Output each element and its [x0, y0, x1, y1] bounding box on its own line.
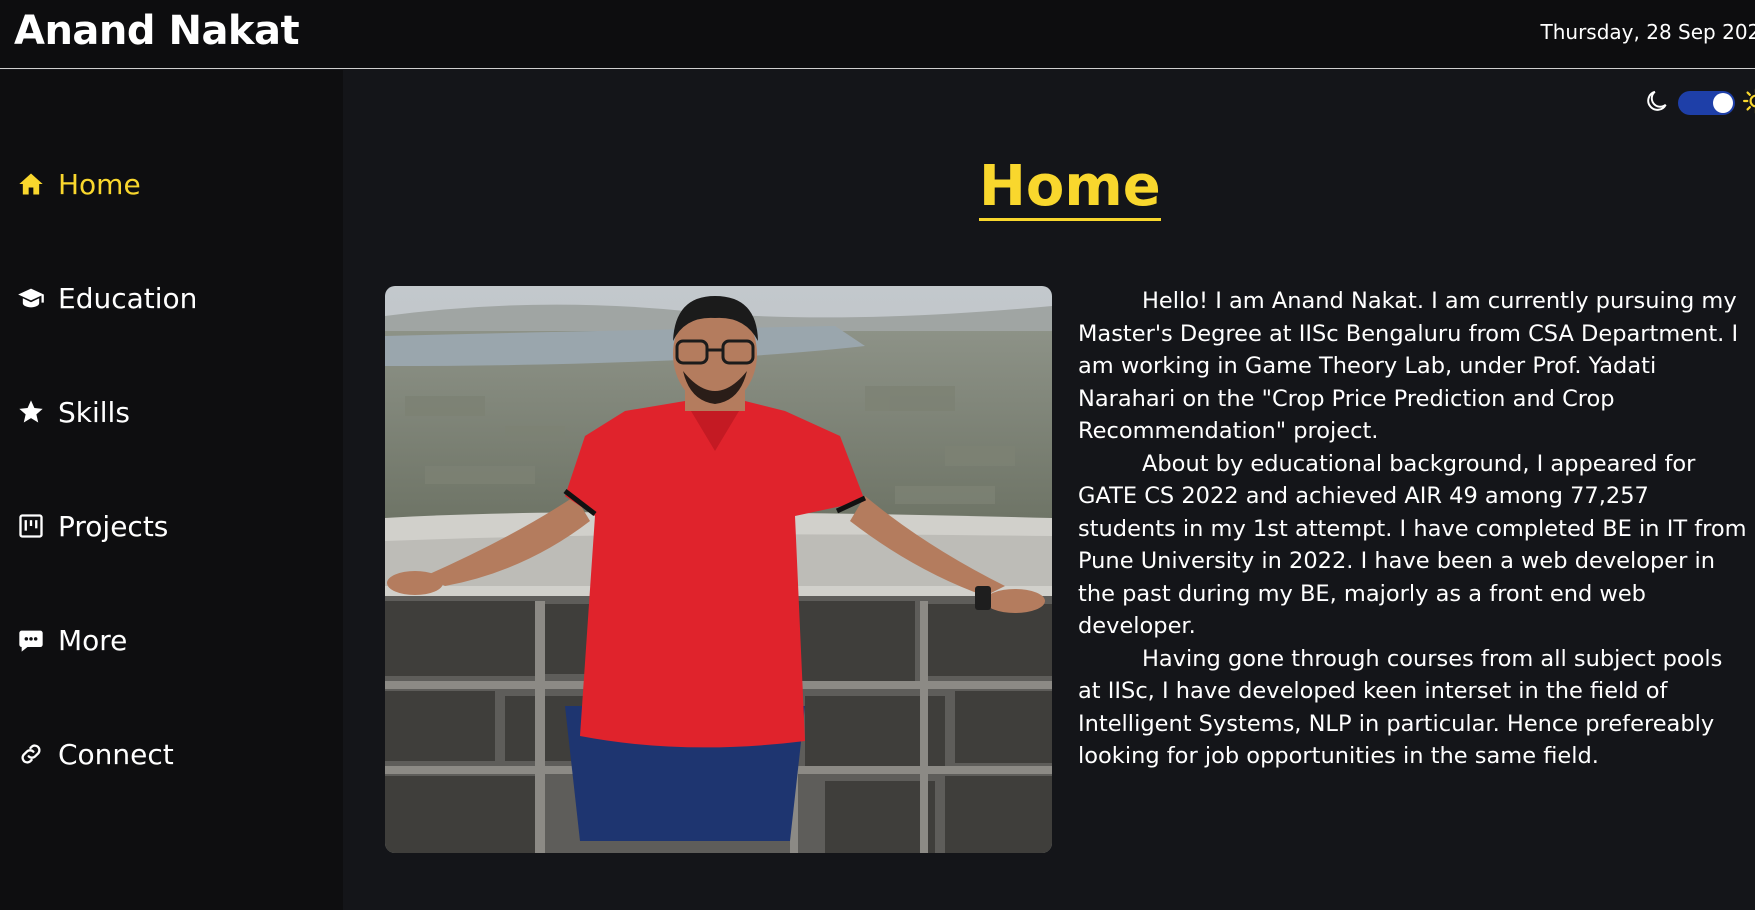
intro-paragraph: Having gone through courses from all sub… [1078, 645, 1723, 770]
moon-icon [1644, 88, 1670, 118]
sidebar-nav: Home Education Skills Projects More Conn… [0, 70, 343, 910]
chat-bubble-icon [16, 625, 46, 655]
intro-text: Hello! I am Anand Nakat. I am currently … [1078, 285, 1748, 773]
sidebar-item-label: Education [58, 281, 198, 315]
sidebar-item-education[interactable]: Education [16, 278, 197, 318]
top-bar: Anand Nakat Thursday, 28 Sep 2023 [0, 0, 1755, 69]
site-title[interactable]: Anand Nakat [14, 8, 300, 54]
current-date: Thursday, 28 Sep 2023 [1540, 20, 1755, 44]
sidebar-item-more[interactable]: More [16, 620, 127, 660]
home-icon [16, 169, 46, 199]
graduation-cap-icon [16, 283, 46, 313]
sun-icon [1743, 88, 1755, 118]
sidebar-item-label: Projects [58, 509, 169, 543]
profile-photo [385, 286, 1052, 853]
sidebar-item-label: Home [58, 167, 141, 201]
page-title: Home [979, 154, 1161, 221]
sidebar-item-connect[interactable]: Connect [16, 734, 174, 774]
sidebar-item-projects[interactable]: Projects [16, 506, 168, 546]
star-icon [16, 397, 46, 427]
intro-paragraph: Hello! I am Anand Nakat. I am currently … [1078, 288, 1739, 444]
intro-paragraph: About by educational background, I appea… [1078, 450, 1747, 640]
link-icon [16, 739, 46, 769]
theme-switch-knob[interactable] [1713, 93, 1733, 113]
theme-switch[interactable] [1678, 91, 1735, 115]
sidebar-item-label: Skills [58, 395, 130, 429]
theme-toggle[interactable] [1644, 88, 1755, 118]
sidebar-item-label: Connect [58, 737, 174, 771]
kanban-board-icon [16, 511, 46, 541]
sidebar-item-home[interactable]: Home [16, 164, 141, 204]
sidebar-item-skills[interactable]: Skills [16, 392, 130, 432]
sidebar-item-label: More [58, 623, 128, 657]
